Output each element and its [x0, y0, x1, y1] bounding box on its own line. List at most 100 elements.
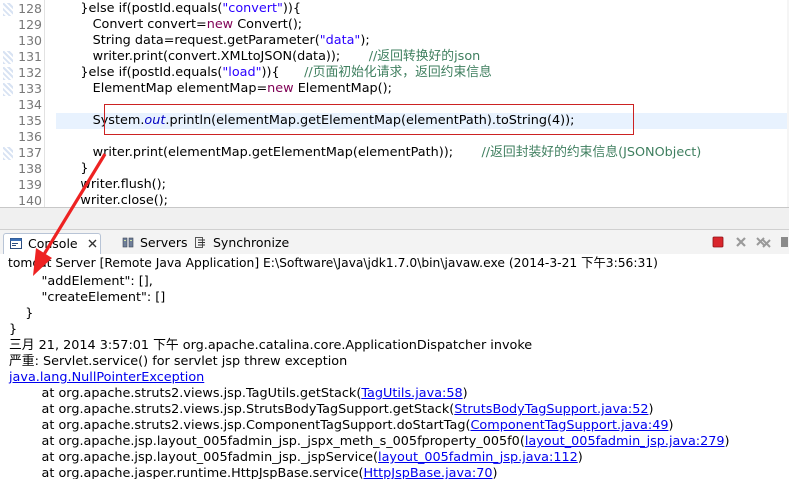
console-line: at org.apache.struts2.views.jsp.Componen…	[9, 418, 674, 434]
code-text: }else if(postId.equals("convert")){	[56, 1, 301, 17]
code-line[interactable]: 130 String data=request.getParameter("da…	[0, 33, 789, 49]
line-number: 133	[18, 81, 42, 96]
code-comment: //返回封装好的约束信息(JSONObject)	[481, 145, 702, 160]
code-text: Convert convert=new Convert();	[56, 17, 303, 33]
code-line[interactable]: 132 }else if(postId.equals("load")){ //页…	[0, 65, 789, 81]
code-token: writer.print(elementMap.getElementMap(el…	[56, 145, 482, 160]
annotation-box	[104, 104, 634, 135]
console-text: )	[577, 450, 583, 465]
console-icon	[10, 238, 22, 249]
code-line[interactable]: 129 Convert convert=new Convert();	[0, 17, 789, 33]
code-token: ElementMap();	[293, 81, 392, 96]
line-number: 132	[18, 65, 42, 80]
code-line[interactable]: 133 ElementMap elementMap=new ElementMap…	[0, 81, 789, 97]
console-text: )	[492, 466, 498, 479]
code-comment: //返回转换好的json	[368, 49, 481, 64]
console-text: "createElement": []	[9, 290, 166, 305]
code-token: )){	[282, 1, 302, 16]
code-token: Convert convert=	[56, 17, 207, 32]
code-string: "data"	[319, 33, 361, 48]
console-output[interactable]: "addElement": [], "createElement": [] }}…	[0, 272, 789, 479]
code-text: String data=request.getParameter("data")…	[56, 33, 370, 49]
code-comment: //页面初始化请求，返回约束信息	[304, 65, 492, 80]
line-number: 131	[18, 49, 42, 64]
stacktrace-link[interactable]: StrutsBodyTagSupport.java:52	[454, 402, 648, 417]
code-text: writer.close();	[56, 193, 168, 207]
console-line: 严重: Servlet.service() for servlet jsp th…	[9, 354, 347, 370]
console-text: at org.apache.jasper.runtime.HttpJspBase…	[9, 466, 364, 479]
code-line[interactable]: 131 writer.print(convert.XMLtoJSON(data)…	[0, 49, 789, 65]
console-text: }	[9, 322, 18, 337]
code-text: }else if(postId.equals("load")){ //页面初始化…	[56, 65, 492, 81]
code-keyword: new	[206, 17, 234, 32]
synchronize-icon	[195, 237, 205, 248]
stacktrace-link[interactable]: layout_005fadmin_jsp.java:279	[525, 434, 725, 449]
code-token: Convert();	[233, 17, 303, 32]
console-line: }	[9, 322, 17, 338]
console-line: "createElement": []	[9, 290, 166, 306]
tab-synchronize[interactable]: Synchronize	[193, 233, 293, 253]
code-line[interactable]: 140 writer.close();	[0, 193, 789, 207]
code-token: writer.close();	[56, 193, 168, 207]
line-number: 140	[18, 193, 42, 207]
close-icon[interactable]	[88, 239, 97, 248]
code-text: writer.flush();	[56, 177, 166, 193]
console-text: at org.apache.struts2.views.jsp.Componen…	[9, 418, 471, 433]
code-string: "load"	[222, 65, 262, 80]
line-number: 128	[18, 1, 42, 16]
console-text: }	[9, 306, 34, 321]
code-text: ElementMap elementMap=new ElementMap();	[56, 81, 392, 97]
console-text: )	[724, 434, 730, 449]
stacktrace-link[interactable]: HttpJspBase.java:70	[364, 466, 493, 479]
remove-launch-icon[interactable]	[735, 236, 747, 248]
console-text: 严重: Servlet.service() for servlet jsp th…	[9, 354, 348, 369]
console-line: at org.apache.struts2.views.jsp.TagUtils…	[9, 386, 468, 402]
code-text: }	[56, 161, 89, 177]
code-line[interactable]: 137 writer.print(elementMap.getElementMa…	[0, 145, 789, 161]
code-string: "convert"	[222, 1, 283, 16]
console-text: )	[668, 418, 674, 433]
code-line[interactable]: 128 }else if(postId.equals("convert")){	[0, 1, 789, 17]
code-line[interactable]: 139 writer.flush();	[0, 177, 789, 193]
line-number: 134	[18, 97, 42, 112]
tab-synchronize-label: Synchronize	[213, 235, 290, 250]
console-line: "addElement": [],	[9, 274, 153, 290]
line-number: 130	[18, 33, 42, 48]
console-text: "addElement": [],	[9, 274, 153, 289]
code-text: writer.print(elementMap.getElementMap(el…	[56, 145, 702, 161]
code-token: }else if(postId.equals(	[56, 65, 223, 80]
view-tab-bar: Console Servers Synchronize	[0, 229, 789, 256]
code-token: );	[360, 33, 370, 48]
code-keyword: new	[267, 81, 294, 96]
console-text: )	[462, 386, 468, 401]
code-token: writer.flush();	[56, 177, 166, 192]
remove-all-icon[interactable]	[756, 236, 772, 248]
console-line: 三月 21, 2014 3:57:01 下午 org.apache.catali…	[9, 338, 532, 354]
console-text: 三月 21, 2014 3:57:01 下午 org.apache.catali…	[9, 338, 533, 353]
menu-icon[interactable]	[780, 236, 789, 248]
console-line: java.lang.NullPointerException	[9, 370, 204, 386]
tab-servers[interactable]: Servers	[118, 233, 190, 253]
panel-sash[interactable]	[0, 207, 789, 230]
code-token: String data=request.getParameter(	[56, 33, 320, 48]
terminate-icon[interactable]	[712, 236, 724, 248]
code-line[interactable]: 138 }	[0, 161, 789, 177]
line-number: 138	[18, 161, 42, 176]
console-text: at org.apache.struts2.views.jsp.StrutsBo…	[9, 402, 455, 417]
console-text: at org.apache.struts2.views.jsp.TagUtils…	[9, 386, 362, 401]
tab-console[interactable]: Console	[3, 233, 101, 254]
line-number: 139	[18, 177, 42, 192]
console-line: at org.apache.struts2.views.jsp.StrutsBo…	[9, 402, 654, 418]
stacktrace-link[interactable]: TagUtils.java:58	[361, 386, 462, 401]
line-number: 135	[18, 113, 42, 128]
stacktrace-link[interactable]: layout_005fadmin_jsp.java:112	[378, 450, 578, 465]
line-number: 129	[18, 17, 42, 32]
stacktrace-link[interactable]: ComponentTagSupport.java:49	[470, 418, 668, 433]
console-process-label: tomcat Server [Remote Java Application] …	[0, 254, 789, 272]
servers-icon	[122, 237, 134, 248]
tab-servers-label: Servers	[140, 235, 188, 250]
code-token: }	[56, 161, 89, 176]
console-line: at org.apache.jsp.layout_005fadmin_jsp._…	[9, 450, 583, 466]
stacktrace-link[interactable]: java.lang.NullPointerException	[9, 370, 204, 385]
code-token: writer.print(convert.XMLtoJSON(data));	[56, 49, 369, 64]
